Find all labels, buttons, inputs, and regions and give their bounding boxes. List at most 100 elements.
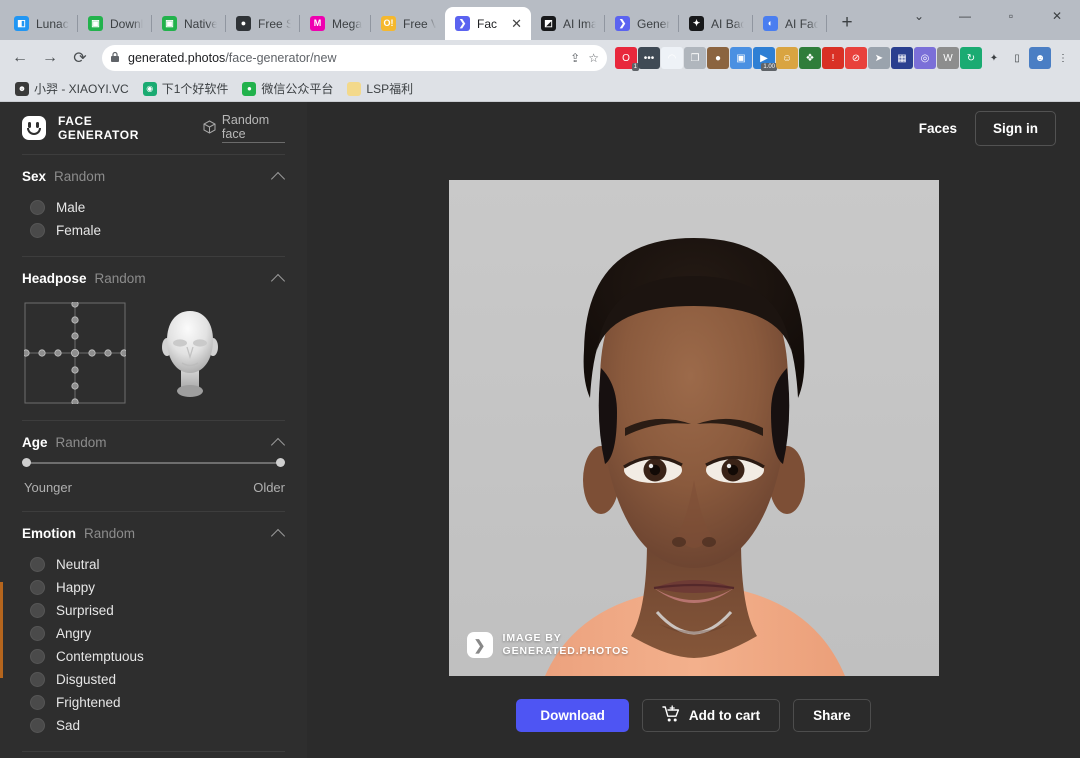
faces-link[interactable]: Faces <box>919 121 957 136</box>
browser-tab[interactable]: ▣Native <box>152 7 226 40</box>
chevron-up-icon[interactable] <box>272 170 285 183</box>
reload-button[interactable]: ⟳ <box>66 44 94 72</box>
minimize-button[interactable]: — <box>942 0 988 32</box>
section-age-title: Age <box>22 435 48 450</box>
section-headpose-header[interactable]: Headpose Random <box>22 271 285 290</box>
add-to-cart-label: Add to cart <box>689 708 760 723</box>
random-face-button[interactable]: Random face <box>203 113 285 143</box>
qr-icon[interactable]: ▦ <box>891 47 913 69</box>
menu-icon[interactable]: ⋮ <box>1052 47 1074 69</box>
emotion-option-angry[interactable]: Angry <box>30 622 285 645</box>
notes-icon[interactable]: ••• <box>638 47 660 69</box>
chevron-up-icon[interactable] <box>272 272 285 285</box>
section-sex-header[interactable]: Sex Random <box>22 169 285 188</box>
radio-button-icon[interactable] <box>30 603 45 618</box>
browser-tab[interactable]: ●Free St <box>226 7 300 40</box>
url-text: generated.photos/face-generator/new <box>128 51 337 65</box>
emotion-option-frightened[interactable]: Frightened <box>30 691 285 714</box>
sidepanel-icon[interactable]: ▯ <box>1006 47 1028 69</box>
emotion-option-label: Happy <box>56 580 95 595</box>
bookmark-favicon-icon <box>347 82 361 96</box>
monkey-icon[interactable]: ☺ <box>776 47 798 69</box>
copy-icon[interactable]: ❐ <box>684 47 706 69</box>
browser-tab[interactable]: O!Free V <box>371 7 445 40</box>
puzzle-icon[interactable]: ✦ <box>983 47 1005 69</box>
browser-tab[interactable]: ▣Downl <box>78 7 152 40</box>
headpose-3d-preview[interactable] <box>154 305 226 401</box>
radio-button-icon[interactable] <box>30 580 45 595</box>
sex-option-male[interactable]: Male <box>30 196 285 219</box>
profile-avatar[interactable]: ☻ <box>1029 47 1051 69</box>
address-bar[interactable]: generated.photos/face-generator/new ⇪ ☆ <box>102 45 607 71</box>
forward-button[interactable]: → <box>36 44 64 72</box>
maximize-button[interactable]: ▫ <box>988 0 1034 32</box>
cursor-icon[interactable]: ➤ <box>868 47 890 69</box>
emotion-option-happy[interactable]: Happy <box>30 576 285 599</box>
tab-search-icon[interactable]: ⌄ <box>896 0 942 32</box>
video-speed-icon[interactable]: ▶1.00 <box>753 47 775 69</box>
browser-tab[interactable]: ✦AI Bac <box>679 7 753 40</box>
parrot-icon[interactable]: ❖ <box>799 47 821 69</box>
chevron-up-icon[interactable] <box>272 527 285 540</box>
browser-tab[interactable]: ◐AI Fac <box>753 7 827 40</box>
tab-title: Fac <box>477 17 504 31</box>
section-age-header[interactable]: Age Random <box>22 435 285 454</box>
share-button[interactable]: Share <box>793 699 871 732</box>
age-range-slider[interactable] <box>22 454 285 474</box>
radio-button-icon[interactable] <box>30 695 45 710</box>
blocker-icon[interactable]: ⊘ <box>845 47 867 69</box>
share-icon[interactable]: ⇪ <box>570 51 580 65</box>
tab-close-icon[interactable]: ✕ <box>511 17 522 30</box>
sign-in-button[interactable]: Sign in <box>975 111 1056 146</box>
age-slider-max-handle[interactable] <box>276 458 285 467</box>
radio-button-icon[interactable] <box>30 223 45 238</box>
pill-icon[interactable]: ◠ <box>661 47 683 69</box>
radio-button-icon[interactable] <box>30 649 45 664</box>
age-min-label: Younger <box>24 480 72 495</box>
section-sex-value: Random <box>54 169 105 184</box>
chevron-up-icon[interactable] <box>272 436 285 449</box>
wikipedia-icon[interactable]: W <box>937 47 959 69</box>
emotion-option-neutral[interactable]: Neutral <box>30 553 285 576</box>
circle-icon[interactable]: ◎ <box>914 47 936 69</box>
emotion-option-disgusted[interactable]: Disgusted <box>30 668 285 691</box>
alert-icon[interactable]: ! <box>822 47 844 69</box>
bookmark-item[interactable]: ◉下1个好软件 <box>138 80 234 97</box>
emotion-option-surprised[interactable]: Surprised <box>30 599 285 622</box>
browser-tab[interactable]: MMega <box>300 7 371 40</box>
refresh-icon[interactable]: ↻ <box>960 47 982 69</box>
new-tab-button[interactable]: + <box>833 9 861 37</box>
image-watermark: ❯ IMAGE BY GENERATED.PHOTOS <box>467 632 630 658</box>
browser-tab[interactable]: ◩AI Ima <box>531 7 605 40</box>
add-to-cart-button[interactable]: Add to cart <box>642 699 780 732</box>
extension-badge: 1.00 <box>761 63 777 71</box>
opera-gx-icon[interactable]: O1 <box>615 47 637 69</box>
window-controls: ⌄ — ▫ ✕ <box>896 0 1080 40</box>
image-icon[interactable]: ▣ <box>730 47 752 69</box>
browser-tab[interactable]: ◧Lunacy <box>4 7 78 40</box>
radio-button-icon[interactable] <box>30 626 45 641</box>
watermark-logo-icon: ❯ <box>467 632 493 658</box>
browser-tab[interactable]: ❯Gener <box>605 7 679 40</box>
bookmark-item[interactable]: LSP福利 <box>342 80 418 97</box>
back-button[interactable]: ← <box>6 44 34 72</box>
close-window-button[interactable]: ✕ <box>1034 0 1080 32</box>
radio-button-icon[interactable] <box>30 557 45 572</box>
sex-option-female[interactable]: Female <box>30 219 285 242</box>
headpose-grid[interactable] <box>24 302 126 404</box>
age-slider-min-handle[interactable] <box>22 458 31 467</box>
bookmark-item[interactable]: ☻小羿 - XIAOYI.VC <box>10 80 134 97</box>
emotion-option-sad[interactable]: Sad <box>30 714 285 737</box>
emotion-option-contemptuous[interactable]: Contemptuous <box>30 645 285 668</box>
section-emotion-header[interactable]: Emotion Random <box>22 526 285 545</box>
generated-face-image[interactable]: ❯ IMAGE BY GENERATED.PHOTOS <box>449 180 939 676</box>
bookmark-item[interactable]: ●微信公众平台 <box>237 80 338 97</box>
sidebar-scroll-indicator[interactable] <box>0 582 3 678</box>
browser-tab[interactable]: ❯Fac✕ <box>445 7 531 40</box>
cookie-icon[interactable]: ● <box>707 47 729 69</box>
radio-button-icon[interactable] <box>30 672 45 687</box>
radio-button-icon[interactable] <box>30 718 45 733</box>
bookmark-star-icon[interactable]: ☆ <box>588 51 599 65</box>
radio-button-icon[interactable] <box>30 200 45 215</box>
download-button[interactable]: Download <box>516 699 629 732</box>
